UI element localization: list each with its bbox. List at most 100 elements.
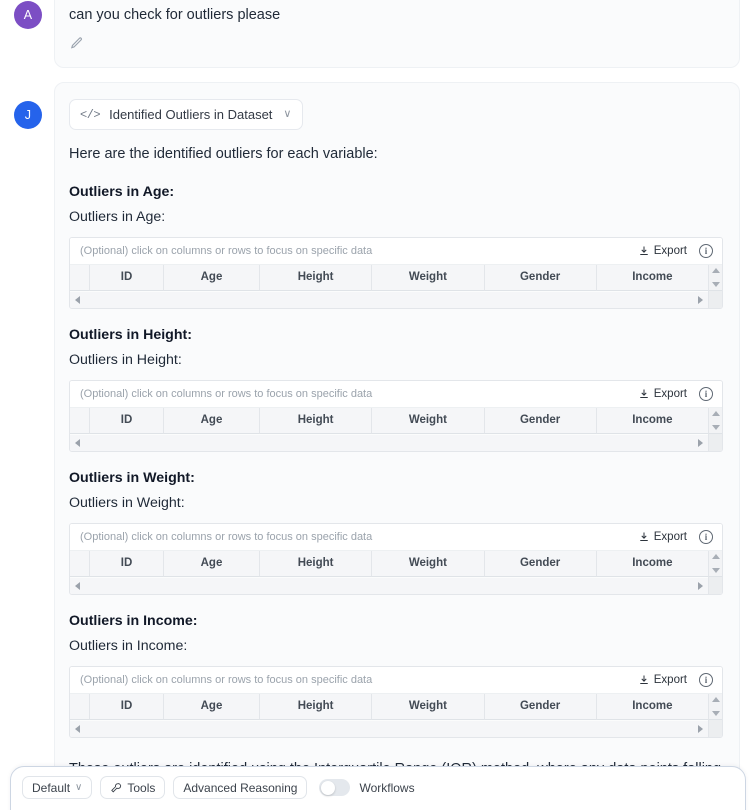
outlier-section-height: Outliers in Height: Outliers in Height: …	[69, 327, 723, 452]
column-header-id[interactable]: ID	[90, 550, 164, 577]
code-artifact-chip-label: Identified Outliers in Dataset	[109, 107, 273, 123]
hscroll-track[interactable]	[70, 577, 708, 594]
info-circle-icon[interactable]: i	[699, 529, 713, 544]
scroll-left-arrow-icon[interactable]	[75, 581, 80, 590]
user-message-text: can you check for outliers please	[69, 7, 281, 23]
scroll-left-arrow-icon[interactable]	[75, 295, 80, 304]
scroll-left-arrow-icon[interactable]	[75, 438, 80, 447]
pencil-icon[interactable]	[69, 36, 84, 51]
data-table-widget[interactable]: (Optional) click on columns or rows to f…	[69, 522, 723, 595]
column-header-income[interactable]: Income	[596, 550, 708, 577]
conversation-scroll-area[interactable]: A can you check for outliers please J </…	[0, 0, 756, 785]
composer-toolbar: Default ∨ Tools Advanced Reasoning Workf…	[11, 767, 745, 799]
outlier-section-weight: Outliers in Weight: Outliers in Weight: …	[69, 470, 723, 595]
scroll-up-arrow-icon[interactable]	[711, 696, 720, 702]
model-selector-button[interactable]: Default ∨	[22, 776, 93, 799]
assistant-message-bubble: </> Identified Outliers in Dataset ∨ Her…	[54, 82, 740, 785]
scroll-up-arrow-icon[interactable]	[711, 553, 720, 559]
table-header-grid: ID Age Height Weight Gender Income	[70, 693, 722, 720]
scroll-left-arrow-icon[interactable]	[75, 724, 80, 733]
table-vertical-scrollbar[interactable]	[708, 693, 722, 720]
data-table-widget[interactable]: (Optional) click on columns or rows to f…	[69, 665, 723, 738]
scroll-right-arrow-icon[interactable]	[698, 295, 703, 304]
table-horizontal-scrollbar[interactable]	[70, 433, 722, 451]
info-circle-icon[interactable]: i	[699, 672, 713, 687]
export-button[interactable]: Export	[638, 531, 687, 543]
workflows-toggle[interactable]	[319, 779, 351, 796]
column-header-income[interactable]: Income	[596, 264, 708, 291]
export-button[interactable]: Export	[638, 388, 687, 400]
scroll-right-arrow-icon[interactable]	[698, 438, 703, 447]
export-button-label: Export	[653, 387, 687, 400]
table-column-headers: ID Age Height Weight Gender Income	[70, 550, 708, 577]
scroll-down-arrow-icon[interactable]	[711, 567, 720, 573]
column-header-gender[interactable]: Gender	[484, 550, 597, 577]
assistant-message-row: J </> Identified Outliers in Dataset ∨ H…	[0, 82, 756, 785]
section-heading: Outliers in Height:	[69, 326, 192, 343]
export-button[interactable]: Export	[638, 245, 687, 257]
table-header-grid: ID Age Height Weight Gender Income	[70, 550, 722, 577]
column-header-age[interactable]: Age	[164, 264, 260, 291]
chevron-down-icon[interactable]: ∨	[283, 109, 291, 120]
user-message-bubble: can you check for outliers please	[54, 0, 740, 69]
column-header-income[interactable]: Income	[596, 407, 708, 434]
table-horizontal-scrollbar[interactable]	[70, 576, 722, 594]
scroll-down-arrow-icon[interactable]	[711, 281, 720, 287]
advanced-reasoning-button[interactable]: Advanced Reasoning	[173, 776, 308, 799]
column-header-gender[interactable]: Gender	[484, 693, 597, 720]
section-heading: Outliers in Weight:	[69, 469, 195, 486]
table-vertical-scrollbar[interactable]	[708, 407, 722, 434]
table-vertical-scrollbar[interactable]	[708, 264, 722, 291]
column-header-age[interactable]: Age	[164, 407, 260, 434]
column-header-age[interactable]: Age	[164, 550, 260, 577]
scrollbar-corner	[708, 434, 722, 451]
table-hint-text: (Optional) click on columns or rows to f…	[80, 387, 373, 400]
table-horizontal-scrollbar[interactable]	[70, 290, 722, 308]
column-header-id[interactable]: ID	[90, 693, 164, 720]
column-header-height[interactable]: Height	[260, 264, 373, 291]
scroll-up-arrow-icon[interactable]	[711, 410, 720, 416]
workflows-toggle-group[interactable]: Workflows	[319, 779, 415, 796]
model-selector-label: Default	[32, 780, 71, 795]
column-header-age[interactable]: Age	[164, 693, 260, 720]
table-toolbar: (Optional) click on columns or rows to f…	[70, 380, 722, 408]
data-table-widget[interactable]: (Optional) click on columns or rows to f…	[69, 236, 723, 309]
scroll-right-arrow-icon[interactable]	[698, 581, 703, 590]
column-header-weight[interactable]: Weight	[372, 264, 485, 291]
scroll-right-arrow-icon[interactable]	[698, 724, 703, 733]
info-circle-icon[interactable]: i	[699, 386, 713, 401]
section-heading: Outliers in Age:	[69, 183, 175, 200]
scroll-up-arrow-icon[interactable]	[711, 267, 720, 273]
column-header-weight[interactable]: Weight	[372, 550, 485, 577]
column-header-gender[interactable]: Gender	[484, 407, 597, 434]
code-artifact-chip[interactable]: </> Identified Outliers in Dataset ∨	[69, 99, 304, 131]
download-icon	[640, 389, 648, 398]
table-header-grid: ID Age Height Weight Gender Income	[70, 407, 722, 434]
tools-button[interactable]: Tools	[100, 776, 166, 799]
table-column-headers: ID Age Height Weight Gender Income	[70, 264, 708, 291]
column-header-id[interactable]: ID	[90, 264, 164, 291]
column-header-height[interactable]: Height	[260, 693, 373, 720]
hscroll-track[interactable]	[70, 720, 708, 737]
hscroll-track[interactable]	[70, 434, 708, 451]
chat-app: A can you check for outliers please J </…	[0, 0, 756, 810]
column-header-weight[interactable]: Weight	[372, 693, 485, 720]
column-header-id[interactable]: ID	[90, 407, 164, 434]
column-header-weight[interactable]: Weight	[372, 407, 485, 434]
scroll-down-arrow-icon[interactable]	[711, 710, 720, 716]
column-header-height[interactable]: Height	[260, 407, 373, 434]
info-circle-icon[interactable]: i	[699, 243, 713, 258]
scroll-down-arrow-icon[interactable]	[711, 424, 720, 430]
table-vertical-scrollbar[interactable]	[708, 550, 722, 577]
table-horizontal-scrollbar[interactable]	[70, 719, 722, 737]
download-icon	[640, 675, 648, 684]
column-header-income[interactable]: Income	[596, 693, 708, 720]
column-header-gender[interactable]: Gender	[484, 264, 597, 291]
message-composer[interactable]: Default ∨ Tools Advanced Reasoning Workf…	[10, 766, 746, 810]
export-button[interactable]: Export	[638, 674, 687, 686]
column-header-height[interactable]: Height	[260, 550, 373, 577]
section-subheading: Outliers in Height:	[69, 351, 182, 368]
data-table-widget[interactable]: (Optional) click on columns or rows to f…	[69, 379, 723, 452]
hscroll-track[interactable]	[70, 291, 708, 308]
